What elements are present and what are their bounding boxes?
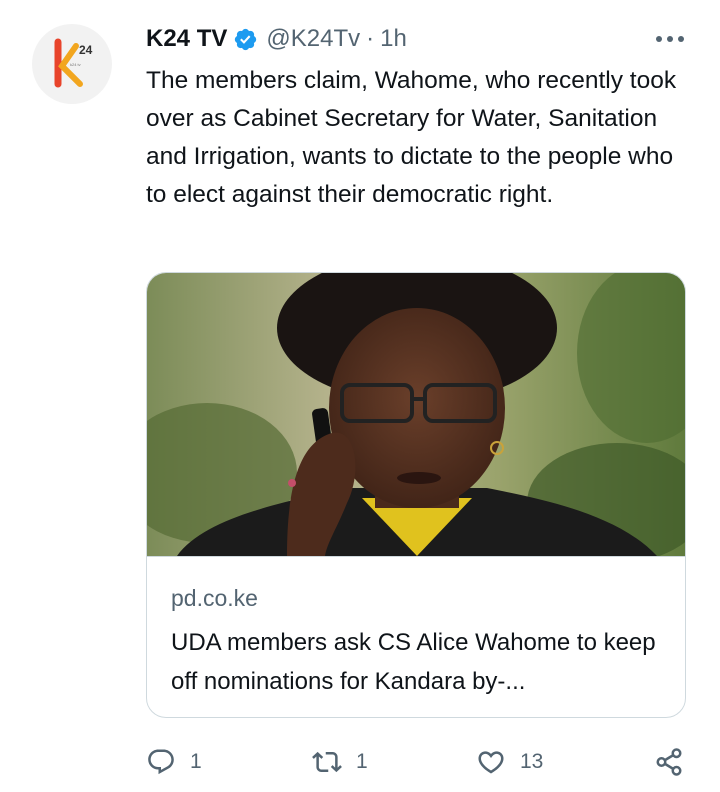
reply-icon [148,749,174,775]
k24-logo-icon: 24 k24 tv [54,38,93,88]
retweet-icon [312,751,342,773]
display-name[interactable]: K24 TV [146,25,227,53]
share-icon [656,748,682,776]
card-title[interactable]: UDA members ask CS Alice Wahome to keep … [171,623,671,701]
profile-avatar[interactable]: 24 k24 tv [32,24,112,104]
like-count: 13 [520,750,544,773]
woman-on-phone-photo [147,273,685,556]
card-domain: pd.co.ke [171,585,258,611]
retweet-count: 1 [356,750,368,773]
timestamp[interactable]: 1h [380,25,407,53]
svg-text:24: 24 [79,43,93,57]
reply-count: 1 [190,750,202,773]
tweet-text: The members claim, Wahome, who recently … [146,67,677,208]
more-dots-icon [656,36,684,42]
tweet-actions: 1 1 13 [146,742,696,782]
reply-button[interactable]: 1 [146,742,202,782]
retweet-button[interactable]: 1 [312,742,368,782]
card-divider [147,556,685,557]
heart-icon [478,751,504,774]
handle[interactable]: @K24Tv [266,25,360,53]
more-options-button[interactable] [652,26,688,52]
link-card[interactable]: pd.co.ke UDA members ask CS Alice Wahome… [146,272,686,718]
separator-dot: · [366,25,375,52]
like-button[interactable]: 13 [476,742,543,782]
logo-tagline: k24 tv [70,62,81,67]
share-button[interactable] [654,742,684,782]
tweet-header: K24 TV @K24Tv · 1h [146,22,407,56]
card-image[interactable] [147,273,685,556]
verified-badge-icon [235,28,257,50]
